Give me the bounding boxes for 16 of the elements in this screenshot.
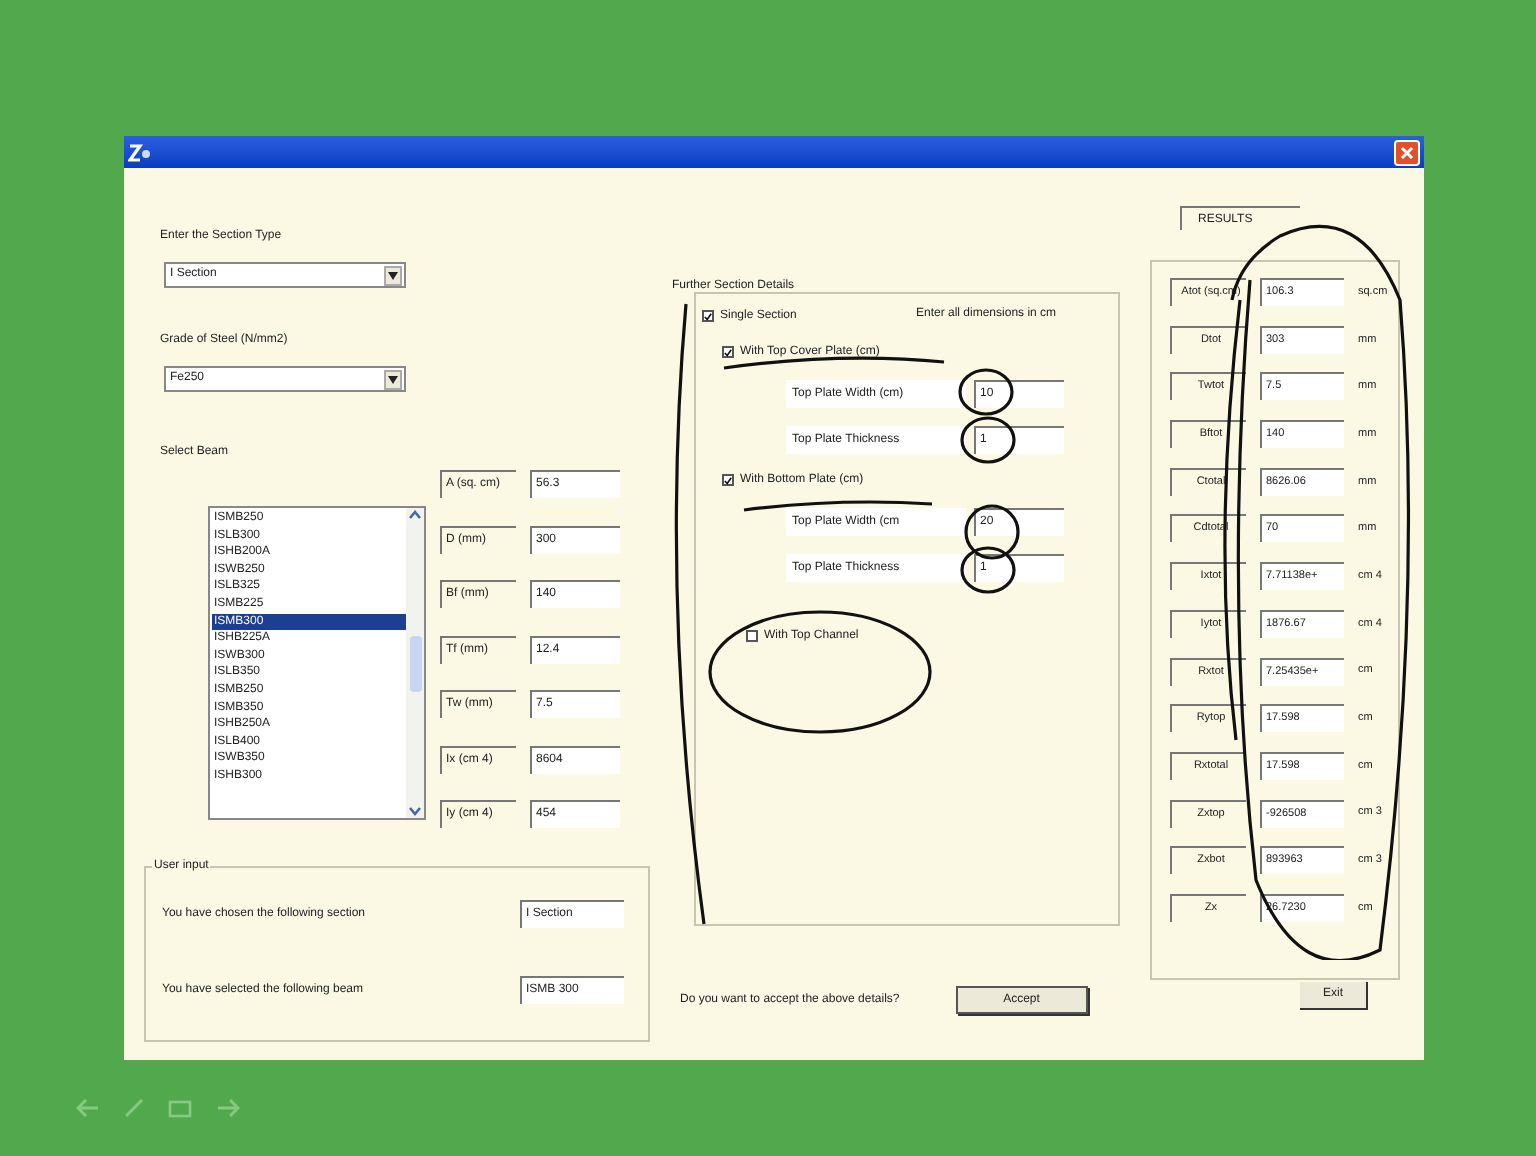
pen-icon[interactable] xyxy=(124,1098,144,1118)
check-icon xyxy=(704,311,712,321)
scroll-thumb[interactable] xyxy=(409,635,421,691)
screen-icon[interactable] xyxy=(168,1099,192,1117)
scroll-up-icon[interactable] xyxy=(408,508,422,520)
check-icon xyxy=(724,347,732,357)
scroll-down-icon[interactable] xyxy=(408,806,422,818)
caret-icon xyxy=(388,271,398,279)
close-button[interactable] xyxy=(1394,139,1420,165)
back-arrow-icon[interactable] xyxy=(76,1098,100,1118)
check-icon xyxy=(724,475,732,485)
forward-arrow-icon[interactable] xyxy=(216,1098,240,1118)
caret-icon xyxy=(388,375,398,383)
close-icon xyxy=(1400,145,1414,159)
app-icon xyxy=(128,141,152,163)
scrollbar[interactable] xyxy=(406,508,424,818)
